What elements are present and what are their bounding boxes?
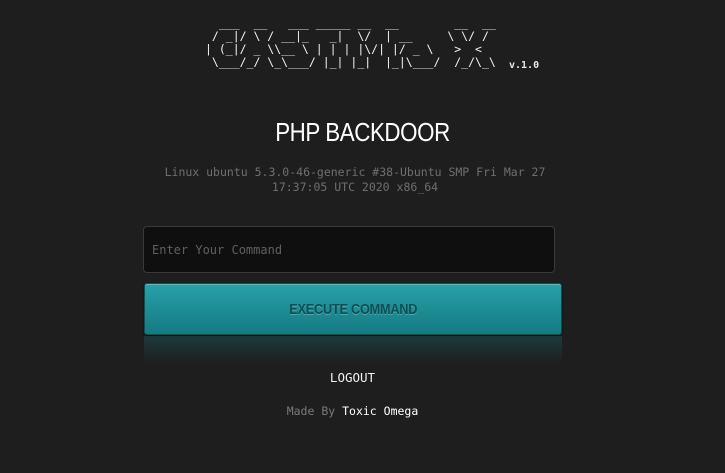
footer-credit: Made By Toxic Omega: [0, 404, 705, 418]
logout-link[interactable]: LOGOUT: [0, 370, 705, 385]
execute-command-button[interactable]: EXECUTE COMMAND: [144, 283, 562, 335]
author-name: Toxic Omega: [342, 404, 419, 418]
ascii-logo: ___ __ ___ _____ __ __ __ __ / _|/ \ / _…: [205, 16, 496, 69]
system-info: Linux ubuntu 5.3.0-46-generic #38-Ubuntu…: [164, 165, 546, 194]
made-by-label: Made By: [286, 404, 336, 418]
version-label: v.1.0: [509, 60, 540, 71]
page-title: PHP BACKDOOR: [275, 117, 450, 147]
command-input[interactable]: [143, 226, 555, 273]
button-reflection: [144, 336, 562, 364]
execute-command-label: EXECUTE COMMAND: [289, 300, 417, 318]
